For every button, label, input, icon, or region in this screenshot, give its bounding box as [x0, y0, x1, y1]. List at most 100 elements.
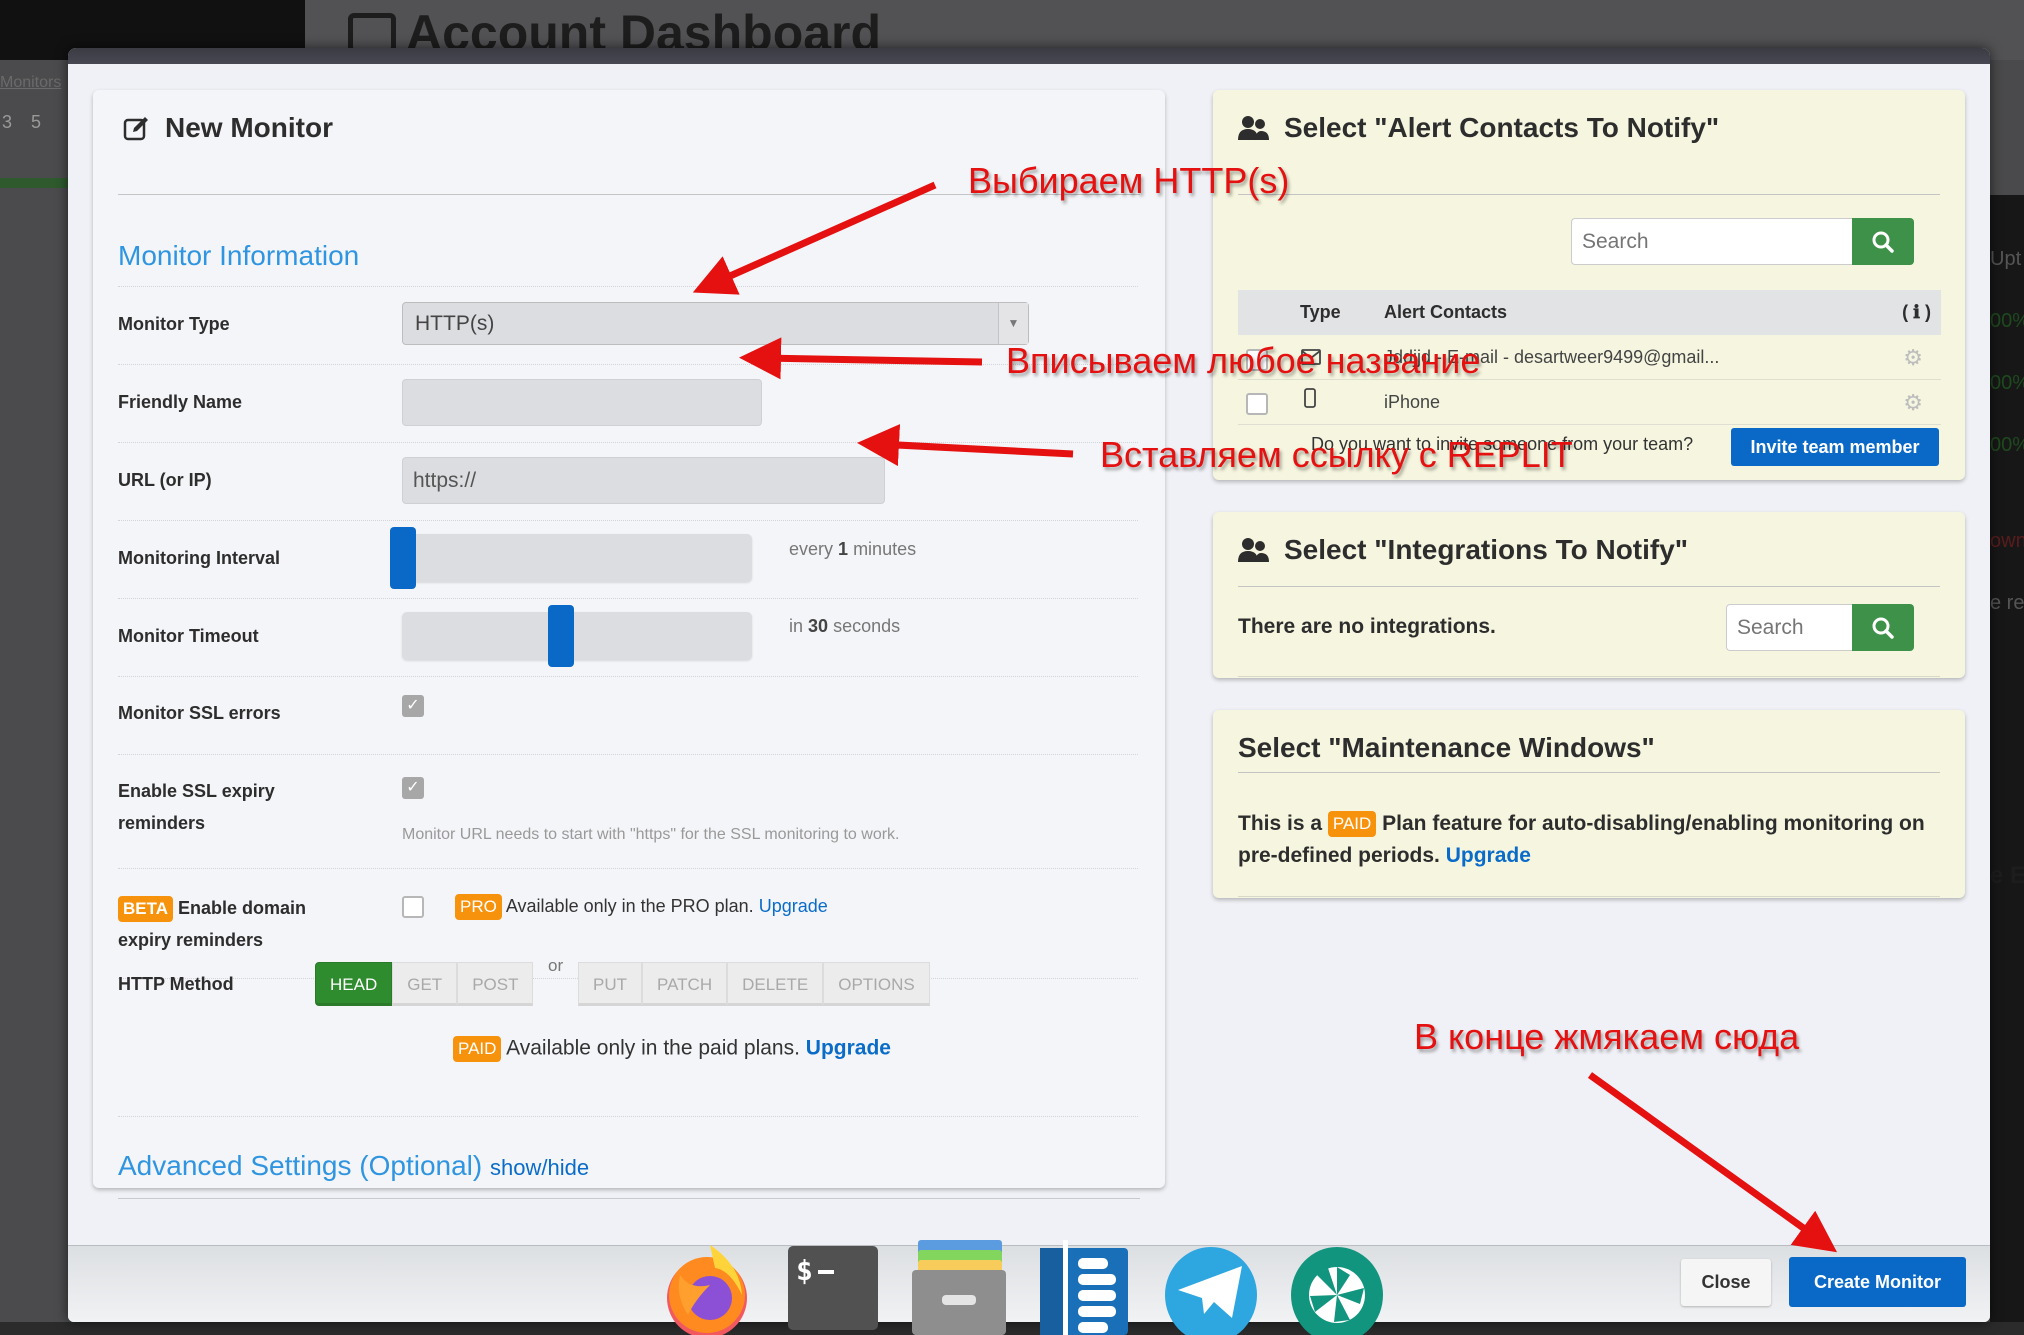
panel-divider — [1238, 194, 1940, 195]
background-fragment: 00% — [1990, 310, 2024, 332]
create-monitor-button[interactable]: Create Monitor — [1789, 1257, 1966, 1307]
monitor-timeout-label: Monitor Timeout — [118, 626, 259, 646]
monitoring-interval-label: Monitoring Interval — [118, 548, 280, 568]
method-head-button[interactable]: HEAD — [315, 962, 393, 1006]
ssl-expiry-checkbox[interactable]: ✓ — [402, 777, 424, 799]
domain-expiry-checkbox[interactable] — [402, 896, 424, 918]
search-button[interactable] — [1852, 604, 1914, 651]
new-monitor-panel: New Monitor Monitor Information Monitor … — [93, 90, 1165, 1199]
invite-team-member-button[interactable]: Invite team member — [1731, 428, 1939, 466]
upgrade-link[interactable]: Upgrade — [806, 1037, 891, 1060]
method-delete-button[interactable]: DELETE — [727, 962, 824, 1006]
row-divider — [118, 1116, 1138, 1117]
upgrade-link[interactable]: Upgrade — [1446, 844, 1531, 867]
firefox-icon[interactable] — [660, 1240, 754, 1335]
background-fragment: 00% — [1990, 372, 2024, 394]
mobile-icon — [1304, 388, 1316, 408]
monitor-ssl-errors-checkbox[interactable]: ✓ — [402, 695, 424, 717]
panel-divider — [1238, 586, 1940, 587]
integrations-search — [1726, 604, 1914, 651]
http-method-label: HTTP Method — [118, 974, 234, 994]
close-button[interactable]: Close — [1681, 1259, 1771, 1306]
http-method-group-paid: PUT PATCH DELETE OPTIONS — [578, 962, 930, 1006]
contact-name: iPhone — [1384, 392, 1441, 412]
monitor-timeout-value: in 30 seconds — [789, 616, 901, 636]
pro-note: PRO Available only in the PRO plan. Upgr… — [455, 894, 828, 920]
section-title-monitor-information: Monitor Information — [118, 240, 360, 271]
background-counts: 3 5 — [2, 112, 42, 132]
method-put-button[interactable]: PUT — [578, 962, 642, 1006]
search-icon — [1872, 617, 1894, 639]
monitoring-interval-slider[interactable] — [390, 527, 752, 589]
contact-checkbox[interactable] — [1246, 393, 1268, 415]
pro-badge: PRO — [455, 894, 502, 920]
annotation-create-monitor: В конце жмякаем сюда — [1414, 1016, 1800, 1057]
table-row: iPhone ⚙ — [1238, 380, 1941, 425]
monitor-timeout-slider[interactable] — [402, 605, 752, 667]
panel-title: Select "Integrations To Notify" — [1238, 534, 1688, 566]
row-divider — [118, 598, 1138, 599]
row-divider — [118, 286, 1138, 287]
method-options-button[interactable]: OPTIONS — [823, 962, 930, 1006]
annotation-select-http: Выбираем HTTP(s) — [968, 160, 1290, 201]
paid-badge: PAID — [1327, 811, 1377, 838]
advanced-settings-header: Advanced Settings (Optional) show/hide — [118, 1150, 590, 1181]
info-icon[interactable]: ( ℹ ) — [1902, 302, 1931, 323]
method-patch-button[interactable]: PATCH — [642, 962, 728, 1006]
integrations-search-input[interactable] — [1726, 604, 1852, 651]
edit-icon — [123, 117, 148, 141]
row-divider — [118, 754, 1138, 755]
row-divider — [118, 442, 1138, 443]
url-label: URL (or IP) — [118, 470, 212, 490]
svg-text:$: $ — [796, 1254, 813, 1287]
slider-handle[interactable] — [547, 605, 574, 667]
row-divider — [118, 676, 1138, 677]
method-post-button[interactable]: POST — [457, 962, 534, 1006]
search-icon — [1872, 231, 1894, 253]
maintenance-text: This is a PAID Plan feature for auto-dis… — [1238, 811, 1925, 867]
gear-icon[interactable]: ⚙ — [1903, 390, 1923, 416]
column-type: Type — [1300, 302, 1341, 322]
new-monitor-modal: New Monitor Monitor Information Monitor … — [68, 48, 1990, 1322]
panel-divider — [1238, 896, 1940, 897]
panel-title: New Monitor — [123, 112, 333, 144]
telegram-icon[interactable] — [1164, 1240, 1258, 1335]
alert-contacts-panel: Select "Alert Contacts To Notify" Type A… — [1213, 90, 1965, 480]
url-input[interactable] — [402, 457, 885, 504]
alert-contacts-table-header: Type Alert Contacts ( ℹ ) — [1238, 290, 1941, 335]
panel-divider — [1238, 676, 1940, 677]
slider-handle[interactable] — [390, 527, 416, 589]
method-get-button[interactable]: GET — [392, 962, 458, 1006]
monitor-type-select[interactable]: HTTP(s) ▼ — [402, 302, 1029, 345]
annotation-url: Вставляем ссылку с REPLIT — [1100, 434, 1573, 475]
ssl-expiry-label: Enable SSL expiry reminders — [118, 781, 275, 833]
terminal-icon[interactable]: $ — [786, 1240, 880, 1335]
column-alert-contacts: Alert Contacts — [1384, 302, 1508, 322]
background-table-strip — [1990, 195, 2024, 1335]
show-hide-toggle[interactable]: show/hide — [490, 1155, 589, 1180]
background-fragment: own — [1990, 530, 2024, 552]
chevron-down-icon[interactable]: ▼ — [998, 303, 1028, 344]
alert-contacts-search-input[interactable] — [1571, 218, 1852, 265]
maintenance-windows-panel: Select "Maintenance Windows" This is a P… — [1213, 710, 1965, 898]
modal-top-bar — [68, 48, 1990, 64]
files-icon[interactable] — [912, 1240, 1006, 1335]
upgrade-link[interactable]: Upgrade — [759, 896, 828, 916]
panel-divider — [118, 1198, 1140, 1199]
row-divider — [118, 364, 1138, 365]
background-status-bar — [0, 178, 68, 188]
shutter-icon[interactable] — [1290, 1240, 1384, 1335]
background-bottom — [0, 1322, 2024, 1335]
ssl-hint-text: Monitor URL needs to start with "https" … — [402, 826, 900, 843]
paid-plans-note: PAID Available only in the paid plans. U… — [453, 1036, 891, 1062]
paid-badge: PAID — [453, 1036, 502, 1062]
annotation-friendly-name: Вписываем любое название — [1006, 340, 1481, 381]
text-editor-icon[interactable] — [1036, 1240, 1130, 1335]
panel-divider — [1238, 772, 1940, 773]
gear-icon[interactable]: ⚙ — [1903, 345, 1923, 371]
search-button[interactable] — [1852, 218, 1914, 265]
panel-title: Select "Alert Contacts To Notify" — [1238, 112, 1719, 144]
integrations-panel: Select "Integrations To Notify" There ar… — [1213, 512, 1965, 678]
friendly-name-input[interactable] — [402, 379, 762, 426]
background-fragment: 00% — [1990, 434, 2024, 456]
